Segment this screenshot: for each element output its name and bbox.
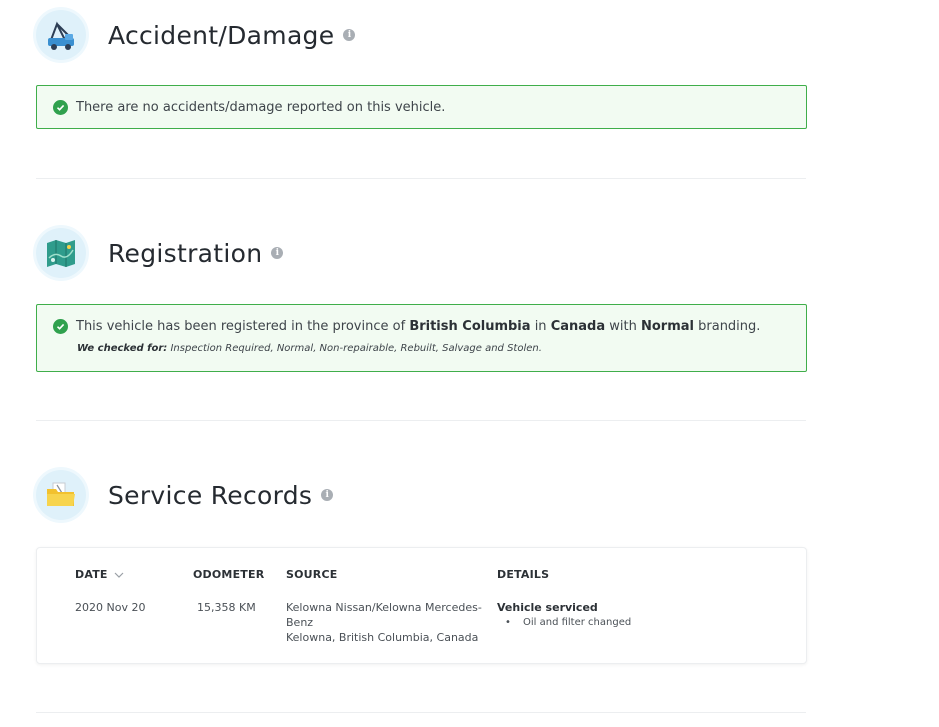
column-header-details: DETAILS [497, 568, 550, 581]
record-source-line: Kelowna Nissan/Kelowna Mercedes- [286, 601, 482, 614]
service-records-table: DATE ODOMETER SOURCE DETAILS 2020 Nov 20… [36, 547, 807, 664]
registration-status-alert: This vehicle has been registered in the … [36, 304, 807, 372]
section-divider [36, 712, 806, 713]
column-header-source: SOURCE [286, 568, 338, 581]
accident-status-alert: There are no accidents/damage reported o… [36, 85, 807, 129]
column-header-date[interactable]: DATE [75, 568, 124, 581]
record-odometer: 15,358 KM [197, 601, 256, 614]
registration-msg-in: in [534, 319, 547, 334]
service-records-header: Service Records i [36, 470, 334, 520]
registration-checked-for: We checked for: Inspection Required, Nor… [77, 343, 806, 354]
record-source-line: Kelowna, British Columbia, Canada [286, 631, 479, 644]
check-circle-icon [53, 319, 68, 334]
record-details: Vehicle serviced • Oil and filter change… [497, 600, 747, 630]
record-detail-item-text: Oil and filter changed [523, 617, 632, 628]
registration-msg-with: with [609, 319, 637, 334]
tow-truck-icon [36, 10, 86, 60]
registration-msg-post: branding. [698, 319, 761, 334]
bullet: • [505, 617, 511, 628]
accident-damage-header: Accident/Damage i [36, 10, 356, 60]
map-icon [36, 228, 86, 278]
column-header-date-label: DATE [75, 568, 108, 581]
record-detail-title: Vehicle serviced [497, 601, 598, 614]
record-source: Kelowna Nissan/Kelowna Mercedes- Benz Ke… [286, 600, 486, 645]
accident-message: There are no accidents/damage reported o… [76, 100, 446, 115]
registration-message: This vehicle has been registered in the … [76, 319, 760, 334]
info-icon[interactable]: i [271, 247, 284, 259]
registration-header: Registration i [36, 228, 284, 278]
record-date: 2020 Nov 20 [75, 601, 146, 614]
folder-icon [36, 470, 86, 520]
checked-for-items: Inspection Required, Normal, Non-repaira… [170, 343, 542, 354]
record-source-line: Benz [286, 616, 314, 629]
registration-branding: Normal [640, 319, 694, 334]
info-icon[interactable]: i [321, 489, 334, 501]
column-header-odometer: ODOMETER [193, 568, 265, 581]
registration-title: Registration [108, 238, 263, 268]
service-records-title: Service Records [108, 480, 313, 510]
info-icon[interactable]: i [343, 29, 356, 41]
chevron-down-icon [114, 572, 124, 578]
registration-province: British Columbia [409, 319, 531, 334]
registration-msg-pre: This vehicle has been registered in the … [76, 319, 406, 334]
section-divider [36, 420, 806, 421]
accident-damage-title: Accident/Damage [108, 20, 335, 50]
record-detail-item: • Oil and filter changed [497, 615, 747, 630]
registration-country: Canada [550, 319, 606, 334]
check-circle-icon [53, 100, 68, 115]
checked-for-label: We checked for: [77, 343, 168, 354]
section-divider [36, 178, 806, 179]
